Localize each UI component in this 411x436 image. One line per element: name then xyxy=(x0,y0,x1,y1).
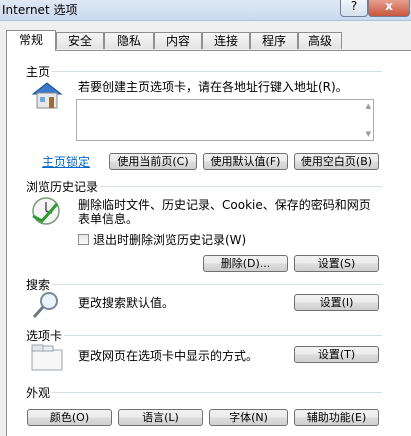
home-section-title: 主页 xyxy=(26,65,51,79)
appearance-section-divider xyxy=(52,392,382,393)
search-settings-button[interactable]: 设置(I) xyxy=(294,294,379,311)
tabs-window-icon xyxy=(31,344,63,371)
use-default-button[interactable]: 使用默认值(F) xyxy=(203,153,288,170)
search-description: 更改搜索默认值。 xyxy=(78,296,175,310)
home-page-url-input[interactable]: ▲ ▼ xyxy=(76,99,374,141)
accessibility-button[interactable]: 辅助功能(E) xyxy=(294,409,379,426)
window-title: Internet 选项 xyxy=(2,3,78,17)
languages-button[interactable]: 语言(L) xyxy=(118,409,203,426)
tab-connections[interactable]: 连接 xyxy=(202,32,250,49)
tab-content[interactable]: 内容 xyxy=(154,32,202,49)
magnifier-icon xyxy=(32,292,58,319)
delete-on-exit-checkbox[interactable] xyxy=(78,234,89,245)
history-section-title: 浏览历史记录 xyxy=(26,180,99,194)
history-description-line2: 表单信息。 xyxy=(78,212,139,226)
tab-strip: 常规 安全 隐私 内容 连接 程序 高级 xyxy=(0,30,411,51)
history-clock-icon xyxy=(32,197,60,225)
home-description: 若要创建主页选项卡，请在各地址行键入地址(R)。 xyxy=(78,80,348,94)
tab-general[interactable]: 常规 xyxy=(6,30,56,51)
help-button[interactable]: ? xyxy=(340,0,368,17)
tab-privacy[interactable]: 隐私 xyxy=(104,32,154,49)
house-icon xyxy=(31,82,63,109)
history-description-line1: 删除临时文件、历史记录、Cookie、保存的密码和网页 xyxy=(78,198,371,212)
tabs-settings-button[interactable]: 设置(T) xyxy=(294,346,379,363)
search-section-divider xyxy=(52,284,382,285)
scroll-up-arrow-icon[interactable]: ▲ xyxy=(366,102,371,110)
home-lock-link[interactable]: 主页锁定 xyxy=(42,155,90,169)
tab-advanced[interactable]: 高级 xyxy=(298,32,342,49)
delete-on-exit-label: 退出时删除浏览历史记录(W) xyxy=(93,233,247,247)
use-current-button[interactable]: 使用当前页(C) xyxy=(109,153,197,170)
tabs-section-divider xyxy=(64,335,382,336)
use-blank-button[interactable]: 使用空白页(B) xyxy=(294,153,379,170)
fonts-button[interactable]: 字体(N) xyxy=(209,409,288,426)
colors-button[interactable]: 颜色(O) xyxy=(27,409,112,426)
history-settings-button[interactable]: 设置(S) xyxy=(294,255,379,272)
history-section-divider xyxy=(100,186,382,187)
close-button[interactable]: x xyxy=(368,0,410,17)
appearance-section-title: 外观 xyxy=(26,386,51,400)
tab-programs[interactable]: 程序 xyxy=(250,32,298,49)
scroll-down-arrow-icon[interactable]: ▼ xyxy=(366,130,371,138)
home-section-divider xyxy=(52,71,382,72)
tabs-description: 更改网页在选项卡中显示的方式。 xyxy=(78,349,259,363)
title-bar: Internet 选项 ? x xyxy=(0,0,411,21)
tab-security[interactable]: 安全 xyxy=(56,32,104,49)
delete-history-button[interactable]: 删除(D)... xyxy=(203,255,288,272)
